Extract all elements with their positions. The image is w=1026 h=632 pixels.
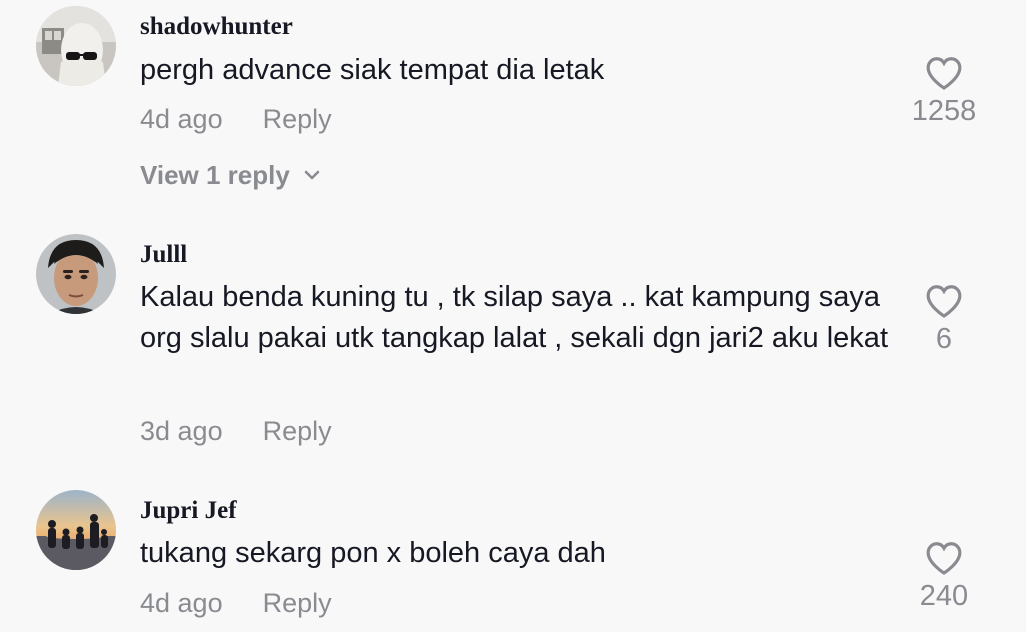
comment-meta: 4d ago Reply (140, 588, 332, 618)
heart-outline-icon[interactable] (925, 540, 963, 576)
comment-text: tukang sekarg pon x boleh caya dah (140, 537, 606, 569)
comment-time: 4d ago (140, 588, 223, 618)
reply-button[interactable]: Reply (263, 588, 332, 618)
comment-username[interactable]: Jupri Jef (140, 497, 237, 525)
sunset-group-avatar (36, 490, 116, 570)
comment-list: shadowhunter pergh advance siak tempat d… (0, 0, 1026, 632)
like-button[interactable]: 240 (898, 540, 990, 612)
like-count: 240 (919, 580, 969, 612)
avatar[interactable] (36, 490, 116, 570)
comment-item: Jupri Jef tukang sekarg pon x boleh caya… (0, 0, 1026, 632)
